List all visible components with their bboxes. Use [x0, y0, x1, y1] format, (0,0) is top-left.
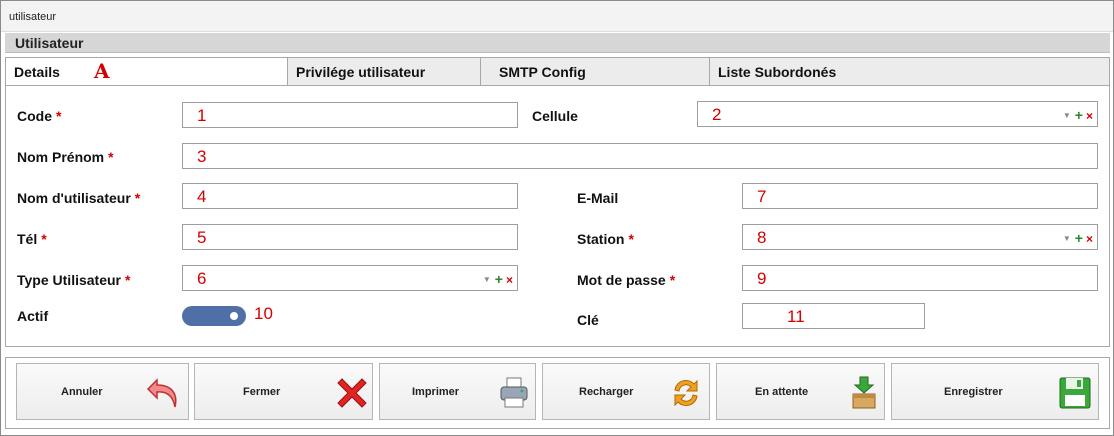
printer-icon	[500, 377, 528, 408]
mot-de-passe-label-text: Mot de passe	[577, 272, 666, 288]
type-utilisateur-combo[interactable]: 6 ▼ + ×	[182, 265, 518, 291]
required-marker: *	[669, 272, 676, 288]
nom-utilisateur-value: 4	[197, 187, 207, 206]
inbox-download-icon	[852, 376, 876, 409]
nom-utilisateur-label: Nom d'utilisateur *	[17, 190, 140, 206]
imprimer-button[interactable]: Imprimer	[379, 363, 536, 420]
mot-de-passe-label: Mot de passe *	[577, 272, 675, 288]
actif-toggle[interactable]	[182, 306, 246, 326]
fermer-button[interactable]: Fermer	[194, 363, 373, 420]
code-label-text: Code	[17, 108, 52, 124]
tab-privilege-utilisateur[interactable]: Privilége utilisateur	[287, 57, 481, 85]
add-icon[interactable]: +	[1075, 230, 1083, 246]
annuler-button-label: Annuler	[61, 386, 103, 398]
chevron-down-icon[interactable]: ▼	[1063, 111, 1071, 120]
tel-label: Tél *	[17, 231, 47, 247]
undo-arrow-icon	[146, 378, 177, 408]
toggle-knob	[230, 312, 238, 320]
tel-input[interactable]: 5	[182, 224, 518, 250]
station-combo[interactable]: 8 ▼ + ×	[742, 224, 1098, 250]
cle-label-text: Clé	[577, 312, 599, 328]
tab-smtp-config[interactable]: SMTP Config	[480, 57, 710, 85]
recharger-button[interactable]: Recharger	[542, 363, 710, 420]
email-value: 7	[757, 187, 767, 206]
refresh-icon	[674, 379, 698, 407]
email-input[interactable]: 7	[742, 183, 1098, 209]
type-utilisateur-value: 6	[197, 269, 207, 288]
window-titlebar: utilisateur	[1, 1, 1113, 32]
imprimer-button-label: Imprimer	[412, 386, 460, 398]
window-title: utilisateur	[9, 11, 57, 23]
nom-utilisateur-label-text: Nom d'utilisateur	[17, 190, 131, 206]
tab-annotation-marker: A	[94, 59, 110, 83]
station-combo-controls: ▼ + ×	[1063, 230, 1093, 246]
tab-privilege-label: Privilége utilisateur	[296, 64, 426, 80]
actif-annotation: 10	[254, 304, 273, 323]
section-title: Utilisateur	[15, 35, 84, 51]
required-marker: *	[125, 272, 131, 288]
remove-icon[interactable]: ×	[506, 273, 513, 287]
red-x-icon	[337, 378, 367, 408]
recharger-button-label: Recharger	[579, 386, 634, 398]
type-utilisateur-label: Type Utilisateur *	[17, 272, 130, 288]
user-window: utilisateur Utilisateur Details A Privil…	[0, 0, 1114, 436]
en-attente-button-label: En attente	[755, 386, 809, 398]
cellule-combo-controls: ▼ + ×	[1063, 107, 1093, 123]
enregistrer-button[interactable]: Enregistrer	[891, 363, 1099, 420]
remove-icon[interactable]: ×	[1086, 232, 1093, 246]
cellule-label: Cellule	[532, 108, 578, 124]
station-label: Station *	[577, 231, 634, 247]
cellule-combo[interactable]: 2 ▼ + ×	[697, 101, 1098, 127]
code-value: 1	[197, 106, 207, 125]
tab-strip: Details A Privilége utilisateur SMTP Con…	[5, 57, 1110, 86]
required-marker: *	[41, 231, 47, 247]
en-attente-button[interactable]: En attente	[716, 363, 885, 420]
cle-value: 11	[787, 307, 805, 326]
tel-label-text: Tél	[17, 231, 38, 247]
nom-prenom-input[interactable]: 3	[182, 143, 1098, 169]
annuler-button[interactable]: Annuler	[16, 363, 189, 420]
mot-de-passe-value: 9	[757, 269, 767, 288]
tab-details-label: Details	[14, 64, 60, 80]
cle-label: Clé	[577, 312, 599, 328]
type-utilisateur-label-text: Type Utilisateur	[17, 272, 121, 288]
station-label-text: Station	[577, 231, 625, 247]
type-utilisateur-combo-controls: ▼ + ×	[483, 271, 513, 287]
required-marker: *	[108, 149, 114, 165]
required-marker: *	[56, 108, 62, 124]
actif-label-text: Actif	[17, 308, 49, 324]
nom-prenom-value: 3	[197, 147, 207, 166]
enregistrer-button-label: Enregistrer	[944, 386, 1003, 398]
required-marker: *	[628, 231, 634, 247]
floppy-disk-icon	[1059, 377, 1091, 409]
tab-details[interactable]: Details A	[5, 57, 288, 86]
code-input[interactable]: 1	[182, 102, 518, 128]
tab-liste-subordones[interactable]: Liste Subordonés	[709, 57, 1110, 85]
section-header: Utilisateur	[5, 33, 1110, 53]
nom-utilisateur-input[interactable]: 4	[182, 183, 518, 209]
add-icon[interactable]: +	[1075, 107, 1083, 123]
cle-input[interactable]: 11	[742, 303, 925, 329]
tab-smtp-label: SMTP Config	[499, 64, 586, 80]
nom-prenom-label: Nom Prénom *	[17, 149, 114, 165]
fermer-button-label: Fermer	[243, 386, 281, 398]
code-label: Code *	[17, 108, 61, 124]
chevron-down-icon[interactable]: ▼	[1063, 234, 1071, 243]
nom-prenom-label-text: Nom Prénom	[17, 149, 105, 165]
actif-label: Actif	[17, 308, 48, 324]
add-icon[interactable]: +	[495, 271, 503, 287]
required-marker: *	[134, 190, 141, 206]
chevron-down-icon[interactable]: ▼	[483, 275, 491, 284]
email-label-text: E-Mail	[577, 190, 619, 206]
tel-value: 5	[197, 228, 207, 247]
cellule-label-text: Cellule	[532, 108, 578, 124]
mot-de-passe-input[interactable]: 9	[742, 265, 1098, 291]
tab-subordones-label: Liste Subordonés	[718, 64, 837, 80]
remove-icon[interactable]: ×	[1086, 109, 1093, 123]
cellule-value: 2	[712, 105, 722, 124]
station-value: 8	[757, 228, 767, 247]
email-label: E-Mail	[577, 190, 618, 206]
